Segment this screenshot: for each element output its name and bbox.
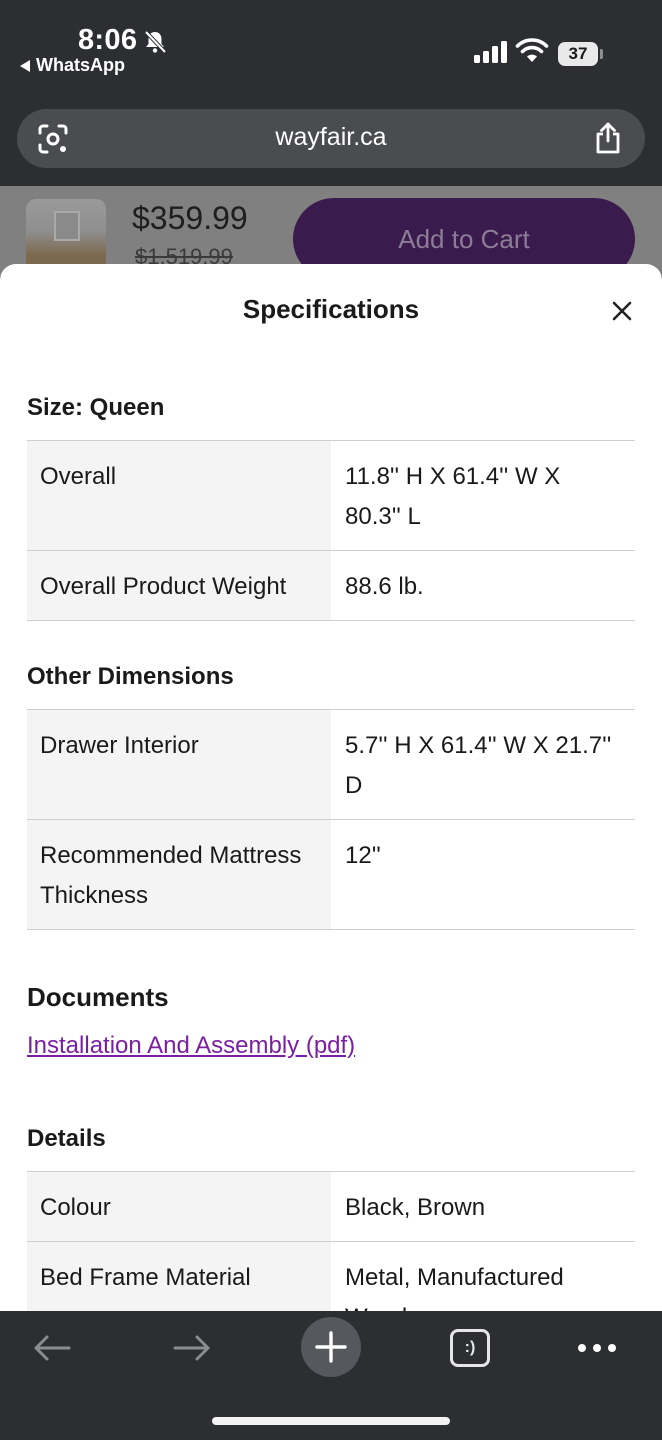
status-time: 8:06 (78, 24, 138, 56)
tab-switcher-button[interactable]: :) (450, 1329, 490, 1367)
size-heading: Size: Queen (27, 394, 165, 421)
other-dimensions-table: Drawer Interior 5.7'' H X 61.4'' W X 21.… (27, 709, 635, 930)
other-dimensions-heading: Other Dimensions (27, 663, 234, 690)
bell-muted-icon (144, 30, 167, 54)
table-row: Drawer Interior 5.7'' H X 61.4'' W X 21.… (27, 710, 635, 820)
battery-nub (600, 49, 603, 59)
battery-indicator: 37 (558, 42, 598, 66)
cellular-signal-icon (474, 41, 507, 63)
close-icon[interactable] (609, 298, 635, 324)
address-bar[interactable]: wayfair.ca (17, 109, 645, 168)
table-row: Colour Black, Brown (27, 1172, 635, 1242)
back-to-app-link[interactable]: WhatsApp (20, 55, 125, 76)
size-spec-table: Overall 11.8'' H X 61.4'' W X 80.3'' L O… (27, 440, 635, 621)
plus-icon (315, 1331, 347, 1363)
forward-arrow-icon[interactable] (172, 1333, 212, 1363)
documents-heading: Documents (27, 982, 169, 1012)
new-tab-button[interactable] (301, 1317, 361, 1377)
wifi-icon (515, 38, 549, 62)
spec-key: Overall Product Weight (27, 551, 331, 620)
table-row: Bed Frame Material Metal, Manufactured W… (27, 1242, 635, 1311)
specifications-sheet: Specifications Size: Queen Overall 11.8'… (0, 264, 662, 1311)
spec-value: Black, Brown (345, 1194, 486, 1221)
spec-key: Bed Frame Material (27, 1242, 331, 1311)
share-icon[interactable] (592, 121, 624, 155)
url-text: wayfair.ca (275, 123, 387, 151)
details-heading: Details (27, 1125, 106, 1152)
back-app-label: WhatsApp (36, 55, 125, 75)
spec-key: Recommended Mattress Thickness (27, 820, 331, 929)
back-arrow-icon[interactable] (32, 1333, 72, 1363)
sheet-title: Specifications (242, 294, 420, 324)
more-menu-icon[interactable] (577, 1343, 617, 1353)
spec-value: 88.6 lb. (345, 573, 424, 600)
spec-key: Overall (27, 441, 331, 550)
table-row: Overall Product Weight 88.6 lb. (27, 551, 635, 621)
table-row: Overall 11.8'' H X 61.4'' W X 80.3'' L (27, 441, 635, 551)
status-bar: 8:06 WhatsApp 37 (0, 0, 662, 100)
installation-pdf-link[interactable]: Installation And Assembly (pdf) (27, 1032, 355, 1060)
browser-url-area: wayfair.ca (0, 100, 662, 186)
browser-toolbar: :) (0, 1311, 662, 1440)
home-indicator (212, 1417, 450, 1425)
product-price: $359.99 (132, 200, 248, 236)
details-table: Colour Black, Brown Bed Frame Material M… (27, 1171, 635, 1311)
spec-key: Drawer Interior (27, 710, 331, 819)
spec-value: Metal, Manufactured Wood (345, 1264, 564, 1311)
spec-value: 11.8'' H X 61.4'' W X 80.3'' L (345, 463, 561, 530)
spec-value: 12'' (345, 842, 381, 869)
spec-value: 5.7'' H X 61.4'' W X 21.7'' D (345, 732, 612, 799)
product-summary-strip: $359.99 $1,519.99 Add to Cart (0, 186, 662, 276)
spec-key: Colour (27, 1172, 331, 1241)
back-triangle-icon (20, 59, 30, 72)
table-row: Recommended Mattress Thickness 12'' (27, 820, 635, 930)
